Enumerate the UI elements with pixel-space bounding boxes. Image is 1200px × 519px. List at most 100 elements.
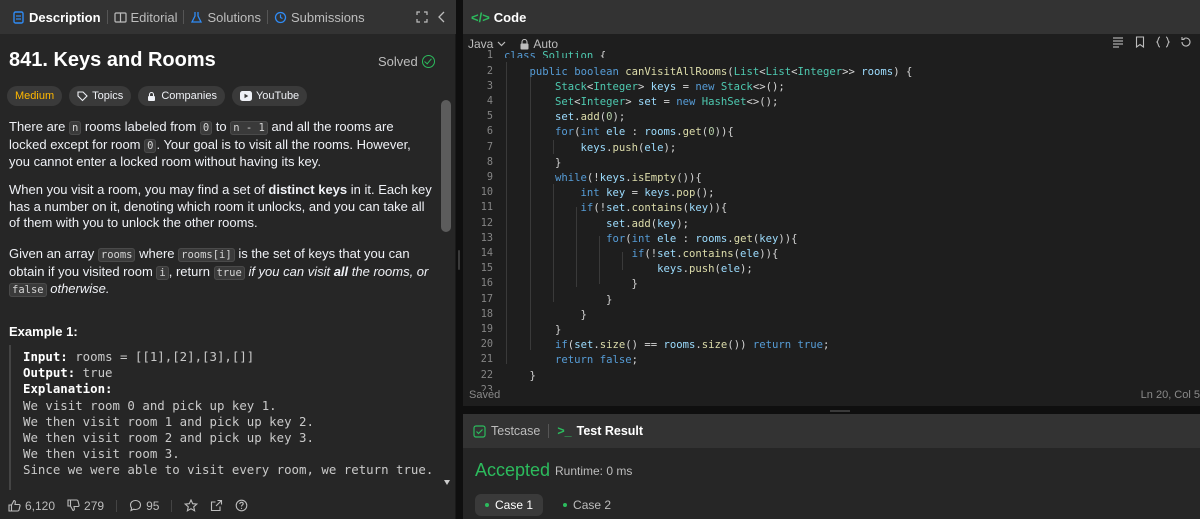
code-title: Code [493, 9, 527, 25]
format-icon[interactable] [1112, 36, 1124, 48]
comments-button[interactable]: 95 [129, 499, 159, 513]
runtime: Runtime: 0 ms [555, 464, 633, 478]
tab-editorial[interactable]: Editorial [108, 0, 184, 34]
verdict: Accepted [475, 460, 551, 480]
line-number: 20 [480, 339, 493, 350]
text: to [212, 119, 231, 134]
pass-dot [563, 503, 568, 507]
example-block: Input: rooms = [[1],[2],[3],[]] Output: … [9, 345, 439, 490]
code-line: for(int ele : rooms.get(key)){ [606, 233, 798, 245]
line-number: 22 [480, 370, 493, 381]
autocomplete-toggle[interactable]: Auto [520, 37, 558, 51]
tab-solutions-label: Solutions [207, 9, 261, 25]
example-line: We then visit room 2 and pick up key 3. [23, 430, 314, 446]
companies-chip[interactable]: Companies [138, 86, 225, 106]
line-number: 8 [486, 157, 493, 168]
code-line: } [504, 324, 562, 336]
thumbs-down-icon [67, 499, 80, 512]
terminal-icon: >_ [557, 424, 572, 438]
cursor-position: Ln 20, Col 5 [1140, 389, 1200, 401]
case-1-tab[interactable]: Case 1 [475, 494, 544, 516]
saved-status: Saved [469, 389, 501, 401]
case-tabs: Case 1 Case 2 [475, 494, 621, 516]
lock-icon [148, 91, 156, 101]
code-line: if(!set.contains(ele)){ [631, 248, 779, 260]
tab-testcase-label: Testcase [491, 424, 541, 438]
line-number: 1 [486, 50, 493, 61]
youtube-chip[interactable]: YouTube [231, 86, 308, 106]
collapse-left-icon[interactable] [438, 11, 446, 23]
dislike-button[interactable]: 279 [67, 499, 104, 513]
bold-text: all [333, 263, 349, 279]
book-icon [113, 11, 127, 23]
companies-label: Companies [161, 90, 217, 102]
example-input: Input: rooms = [[1],[2],[3],[]] [23, 349, 439, 365]
line-number: 13 [480, 233, 493, 244]
tab-testcase[interactable]: Testcase [471, 424, 542, 438]
footer-separator [116, 499, 118, 512]
left-tab-bar: Description Editorial Solutions Submissi… [0, 0, 456, 34]
bookmark-icon[interactable] [1134, 36, 1146, 48]
topics-chip[interactable]: Topics [69, 86, 132, 106]
inline-code: n - 1 [230, 121, 268, 135]
value: rooms = [[1],[2],[3],[]] [67, 349, 255, 364]
code-line: keys.push(ele); [580, 142, 677, 154]
code-line: for(int ele : rooms.get(0)){ [555, 126, 734, 138]
braces-icon[interactable] [1156, 36, 1170, 48]
line-number: 4 [486, 96, 493, 107]
inline-code: rooms[i] [178, 248, 235, 262]
mode-label: Auto [533, 37, 559, 51]
tab-solutions[interactable]: Solutions [184, 0, 266, 34]
difficulty-badge: Medium [7, 86, 63, 106]
case-2-tab[interactable]: Case 2 [553, 494, 621, 516]
scrollbar-thumb[interactable] [441, 100, 451, 232]
line-number: 12 [480, 218, 493, 229]
checkbox-icon [473, 424, 486, 438]
code-brackets-icon: </> [471, 9, 490, 25]
tab-submissions-label: Submissions [290, 9, 365, 25]
tab-description-label: Description [29, 9, 101, 25]
code-header: </> Code [463, 0, 1200, 34]
scroll-down-arrow-icon[interactable] [444, 480, 450, 485]
divider-grip[interactable] [458, 250, 460, 270]
text: the rooms, or [348, 263, 429, 279]
tab-submissions[interactable]: Submissions [268, 0, 371, 34]
code-line: set.add(key); [606, 218, 690, 230]
text: where [135, 246, 179, 261]
pass-dot [485, 503, 489, 507]
description-scrollbar[interactable] [441, 100, 451, 495]
example-heading: Example 1: [9, 324, 78, 339]
code-line: Stack<Integer> keys = new Stack<>(); [555, 81, 785, 93]
tab-editorial-label: Editorial [130, 9, 178, 25]
dislike-count: 279 [84, 498, 105, 513]
line-number: 2 [486, 66, 493, 77]
label: Input: [23, 349, 68, 364]
youtube-label: YouTube [255, 90, 300, 102]
line-number: 21 [480, 354, 493, 365]
panel-tools [416, 0, 446, 34]
code-line: } [504, 278, 638, 290]
reset-icon[interactable] [1180, 36, 1192, 48]
text: if you can visit [244, 263, 334, 279]
star-icon[interactable] [184, 499, 199, 512]
help-icon[interactable] [235, 499, 248, 512]
tab-description[interactable]: Description [6, 0, 107, 34]
line-number: 6 [486, 126, 493, 137]
tab-test-result[interactable]: >_ Test Result [555, 424, 645, 438]
code-panel: </> Code Java Auto 1 2 3 4 5 6 7 8 9 10 [463, 0, 1200, 406]
language-select[interactable]: Java [468, 37, 506, 51]
comment-icon [130, 499, 142, 512]
like-button[interactable]: 6,120 [8, 499, 55, 513]
line-number: 15 [480, 263, 493, 274]
example-line: We visit room 0 and pick up key 1. [23, 397, 277, 413]
expand-icon[interactable] [416, 11, 428, 23]
code-line: Set<Integer> set = new HashSet<>(); [555, 96, 779, 108]
solved-status: Solved [378, 54, 435, 69]
bold-text: distinct keys [268, 182, 348, 197]
case-label: Case 2 [573, 498, 612, 512]
problem-title[interactable]: 841. Keys and Rooms [9, 49, 216, 72]
text: When you visit a room, you may find a se… [9, 182, 269, 197]
result-divider-grip[interactable] [830, 410, 850, 412]
share-icon[interactable] [210, 499, 223, 512]
text: , return [168, 263, 214, 279]
